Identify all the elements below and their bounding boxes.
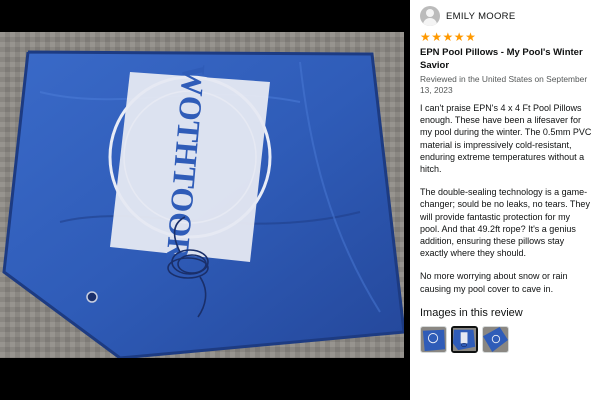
- review-title[interactable]: EPN Pool Pillows - My Pool's Winter Savi…: [420, 46, 592, 72]
- viewer-bottom-bar: [0, 358, 410, 386]
- main-review-photo[interactable]: WOTHTOOR: [0, 32, 410, 358]
- review-thumbnail-3[interactable]: [482, 325, 509, 353]
- review-thumbnail-2[interactable]: [451, 325, 478, 353]
- star-icon: ★: [465, 30, 476, 44]
- review-thumbnail-1[interactable]: [420, 325, 447, 353]
- review-paragraph: The double-sealing technology is a game-…: [420, 187, 590, 259]
- star-icon: ★: [442, 30, 454, 44]
- images-in-review-heading: Images in this review: [420, 306, 523, 319]
- review-date: Reviewed in the United States on Septemb…: [420, 74, 588, 95]
- reviewer-name[interactable]: EMILY MOORE: [446, 11, 515, 22]
- star-icon: ★: [453, 30, 465, 44]
- review-image-viewer: WOTHTOOR: [0, 0, 410, 400]
- reviewer-profile[interactable]: EMILY MOORE: [420, 4, 592, 28]
- review-panel: EMILY MOORE ★ ★ ★ ★ ★ EPN Pool Pillows -…: [410, 0, 600, 400]
- star-rating[interactable]: ★ ★ ★ ★ ★: [420, 31, 592, 43]
- star-icon: ★: [431, 30, 443, 44]
- review-image-thumbnails: [420, 325, 592, 353]
- review-paragraph: No more worrying about snow or rain caus…: [420, 271, 568, 294]
- user-avatar-icon: [420, 6, 440, 26]
- review-paragraph: I can't praise EPN's 4 x 4 Ft Pool Pillo…: [420, 103, 592, 175]
- star-icon: ★: [420, 30, 431, 44]
